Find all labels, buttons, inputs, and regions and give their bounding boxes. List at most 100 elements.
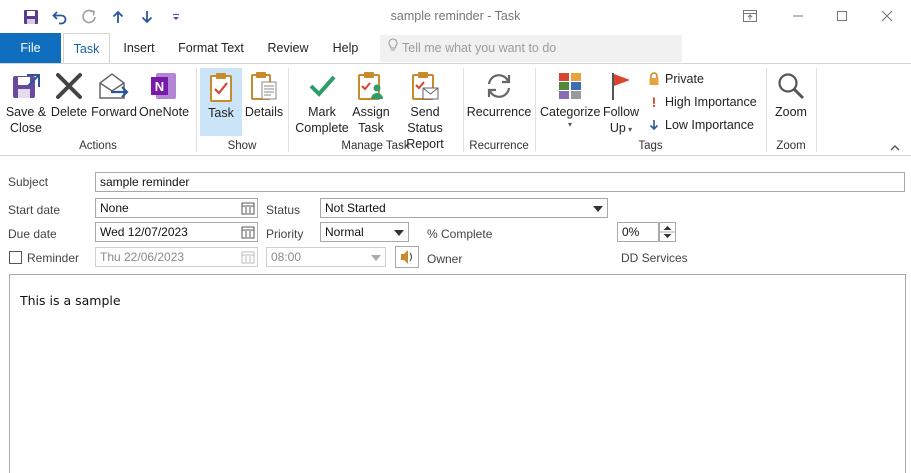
start-date-value: None [100,201,129,215]
task-view-label: Task [208,106,234,120]
percent-complete-field[interactable]: 0% [617,222,659,242]
group-label-recurrence: Recurrence [469,140,529,152]
start-date-label: Start date [8,203,61,217]
follow-up-label-2: Up [609,121,626,135]
recurrence-button[interactable]: Recurrence [466,68,532,120]
low-importance-button[interactable]: Low Importance [646,115,754,135]
priority-dropdown[interactable]: Normal [320,222,409,242]
group-label-manage-task: Manage Task [341,140,410,152]
mark-complete-label-1: Mark [308,105,336,119]
chevron-down-icon [394,230,404,236]
private-label: Private [665,72,704,86]
chevron-down-icon: ▾ [625,125,633,134]
owner-label: Owner [427,252,463,266]
high-importance-button[interactable]: ! High Importance [646,92,757,112]
close-icon[interactable] [876,5,898,27]
tab-file[interactable]: File [0,33,61,64]
tab-review[interactable]: Review [262,33,314,64]
low-importance-label: Low Importance [665,118,754,132]
follow-up-label-2-row: Up ▾ [600,120,642,138]
reminder-date-value: Thu 22/06/2023 [100,250,185,264]
priority-value: Normal [325,225,364,239]
owner-value: DD Services [621,251,688,265]
reminder-checkbox[interactable] [9,251,22,264]
percent-complete-label: % Complete [427,227,493,241]
zoom-button[interactable]: Zoom [770,68,812,120]
group-label-show: Show [227,140,257,152]
title-bar: sample reminder - Task [0,0,911,33]
due-date-field[interactable]: Wed 12/07/2023 [95,222,258,242]
collapse-ribbon-icon[interactable] [889,142,903,154]
save-close-label-1: Save & [5,105,47,119]
group-label-tags: Tags [638,140,663,152]
reminder-date-field[interactable]: Thu 22/06/2023 [95,247,258,267]
details-button[interactable]: Details [243,68,285,120]
delete-button[interactable]: Delete [50,68,88,120]
high-importance-label: High Importance [665,95,757,109]
delete-label: Delete [50,105,88,119]
calendar-icon[interactable] [241,201,255,215]
tell-me-placeholder: Tell me what you want to do [402,41,557,55]
zoom-label: Zoom [775,105,807,119]
subject-label: Subject [8,175,49,189]
checkmark-icon [293,68,351,104]
reminder-time-value: 08:00 [271,250,302,264]
tell-me-search[interactable]: Tell me what you want to do [380,35,682,62]
priority-label: Priority [266,227,304,241]
lightbulb-icon [388,35,398,62]
spinner-arrows-icon [660,226,675,238]
status-label: Status [266,203,301,217]
assign-task-button[interactable]: Assign Task [350,68,392,136]
task-view-button[interactable]: Task [200,68,242,136]
reminder-time-dropdown[interactable]: 08:00 [266,247,386,267]
chevron-down-icon [593,206,603,212]
forward-button[interactable]: Forward [90,68,138,120]
tab-format-text[interactable]: Format Text [172,33,250,64]
assign-task-label-1: Assign [352,105,390,119]
calendar-icon[interactable] [241,250,255,264]
onenote-button[interactable]: N OneNote [139,68,189,120]
reminder-label: Reminder [27,251,80,265]
group-label-zoom: Zoom [776,140,806,152]
send-status-icon [393,68,457,104]
save-close-button[interactable]: Save & Close [4,68,48,136]
save-close-label-2: Close [10,121,42,135]
task-body-editor[interactable]: This is a sample [9,274,906,473]
minimize-icon[interactable] [787,5,809,27]
onenote-label: OneNote [139,105,190,119]
maximize-icon[interactable] [831,5,853,27]
chevron-down-icon [371,255,381,261]
svg-text:N: N [155,79,164,94]
group-label-actions: Actions [79,140,117,152]
recurrence-label: Recurrence [466,105,532,119]
tab-help[interactable]: Help [325,33,366,64]
tab-task[interactable]: Task [63,33,110,64]
reminder-sound-button[interactable] [395,246,419,268]
magnifier-icon [770,68,812,104]
arrow-down-icon [646,119,662,131]
status-dropdown[interactable]: Not Started [320,198,608,218]
recurrence-icon [466,68,532,104]
percent-complete-spinner[interactable] [659,222,676,242]
exclamation-icon: ! [651,94,657,110]
details-label: Details [244,105,284,119]
window-title: sample reminder - Task [390,9,521,23]
categorize-button[interactable]: Categorize ▾ [540,68,600,130]
follow-up-button[interactable]: Follow Up ▾ [600,68,642,138]
tab-insert[interactable]: Insert [114,33,164,64]
private-button[interactable]: Private [646,69,704,89]
ribbon-display-options-icon[interactable] [739,5,761,27]
subject-field[interactable]: sample reminder [95,172,905,192]
due-date-label: Due date [8,227,57,241]
send-status-label-1: Send Status [407,105,443,135]
flag-icon [600,68,642,104]
task-body-text: This is a sample [20,293,121,308]
mark-complete-button[interactable]: Mark Complete [293,68,351,136]
group-separator [816,68,817,152]
calendar-icon[interactable] [241,225,255,239]
status-value: Not Started [325,201,386,215]
start-date-field[interactable]: None [95,198,258,218]
details-icon [243,68,285,104]
speaker-icon [401,250,413,264]
assign-task-label-2: Task [358,121,384,135]
